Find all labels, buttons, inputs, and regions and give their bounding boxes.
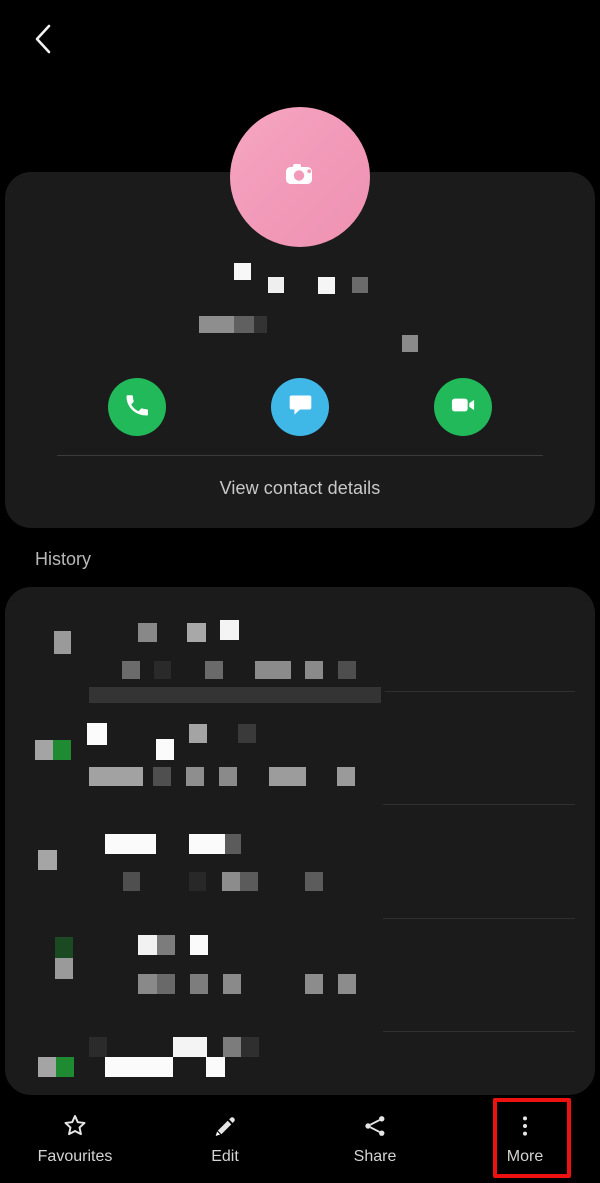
- back-button[interactable]: [20, 17, 68, 65]
- history-list: [5, 587, 595, 1095]
- nav-item-more[interactable]: More: [450, 1095, 600, 1183]
- video-call-button[interactable]: [434, 378, 492, 436]
- phone-icon: [123, 391, 151, 424]
- history-entry[interactable]: [5, 587, 595, 703]
- history-section-label: History: [35, 549, 92, 569]
- nav-item-favourites[interactable]: Favourites: [0, 1095, 150, 1183]
- share-icon: [362, 1113, 388, 1139]
- message-icon: [287, 391, 314, 423]
- history-entry[interactable]: [5, 1031, 595, 1095]
- bottom-navigation-bar: Favourites Edit Share More: [0, 1095, 600, 1183]
- nav-label-share: Share: [353, 1147, 397, 1165]
- contact-name-redacted: [180, 255, 430, 305]
- history-entry[interactable]: [5, 804, 595, 918]
- top-bar: [0, 0, 600, 90]
- video-icon: [449, 391, 477, 424]
- star-outline-icon: [62, 1113, 88, 1139]
- nav-label-edit: Edit: [211, 1147, 239, 1165]
- chevron-left-icon: [32, 22, 56, 61]
- nav-item-share[interactable]: Share: [300, 1095, 450, 1183]
- view-contact-details-button[interactable]: View contact details: [0, 478, 600, 499]
- dots-vertical-icon: [512, 1113, 538, 1139]
- contact-number-redacted: [180, 310, 430, 355]
- contact-details-screen: View contact details History Favourites …: [0, 0, 600, 1183]
- contact-action-row: [5, 378, 595, 436]
- call-button[interactable]: [108, 378, 166, 436]
- message-button[interactable]: [271, 378, 329, 436]
- nav-label-favourites: Favourites: [37, 1147, 113, 1165]
- history-entry[interactable]: [5, 691, 595, 804]
- nav-item-edit[interactable]: Edit: [150, 1095, 300, 1183]
- pencil-icon: [212, 1113, 238, 1139]
- avatar[interactable]: [230, 107, 370, 247]
- nav-label-more: More: [506, 1147, 544, 1165]
- camera-icon: [283, 160, 317, 195]
- history-entry[interactable]: [5, 918, 595, 1031]
- card-divider: [57, 455, 543, 456]
